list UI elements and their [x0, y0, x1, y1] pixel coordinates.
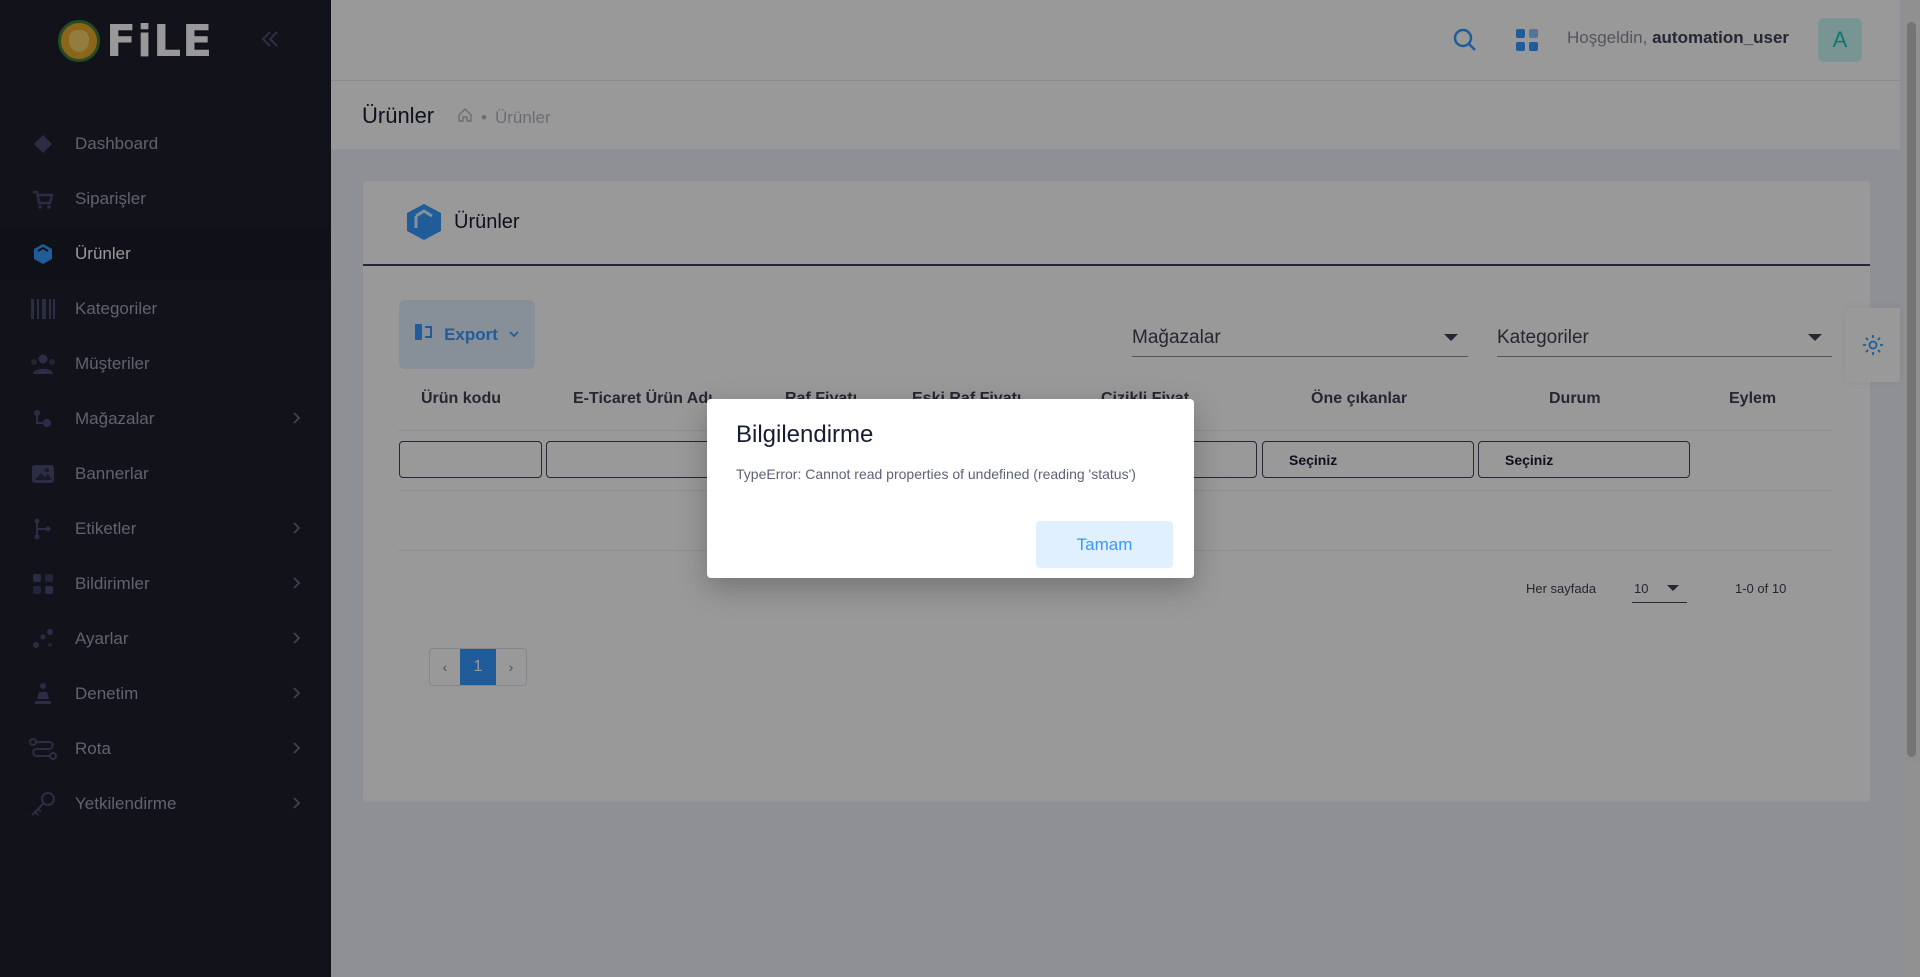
dialog-message: TypeError: Cannot read properties of und… [736, 466, 1136, 482]
dialog-title: Bilgilendirme [736, 421, 874, 448]
info-dialog: Bilgilendirme TypeError: Cannot read pro… [707, 399, 1194, 578]
ok-button[interactable]: Tamam [1036, 521, 1173, 568]
